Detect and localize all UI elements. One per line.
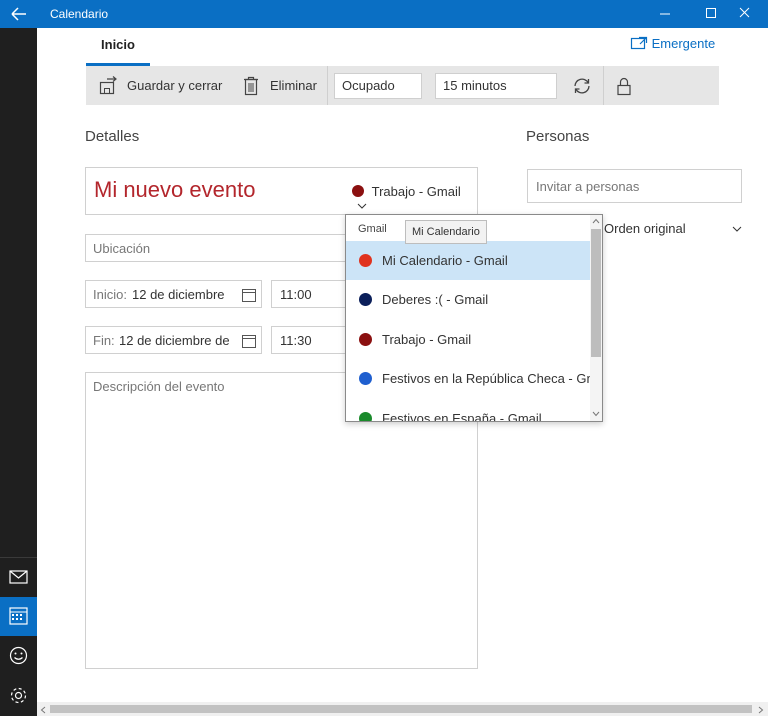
details-heading: Detalles bbox=[85, 128, 140, 145]
popout-icon bbox=[630, 36, 648, 50]
end-label: Fin: bbox=[93, 333, 115, 348]
scroll-left-icon[interactable] bbox=[40, 706, 46, 714]
dropdown-item-label: Trabajo - Gmail bbox=[382, 332, 472, 347]
smiley-feedback-icon[interactable] bbox=[0, 636, 37, 675]
start-time-field[interactable]: 11:00 bbox=[271, 280, 351, 308]
calendar-color-dot bbox=[359, 333, 372, 346]
calendar-dropdown: Gmail Mi Calendario - Gmail Deberes :( -… bbox=[345, 214, 603, 422]
dropdown-scrollbar[interactable] bbox=[590, 215, 602, 421]
start-label: Inicio: bbox=[93, 287, 127, 302]
scroll-up-icon[interactable] bbox=[592, 218, 600, 224]
dropdown-item[interactable]: Deberes :( - Gmail bbox=[346, 280, 590, 319]
chevron-down-icon bbox=[357, 203, 367, 209]
popout-label: Emergente bbox=[651, 36, 716, 51]
calendar-color-dot bbox=[359, 254, 372, 267]
calendar-icon[interactable] bbox=[241, 287, 257, 303]
dropdown-item-label: Festivos en la República Checa - Gmail bbox=[382, 371, 603, 386]
scroll-down-icon[interactable] bbox=[592, 411, 600, 417]
calendar-color-dot bbox=[352, 185, 364, 197]
save-close-button[interactable]: Guardar y cerrar bbox=[127, 78, 222, 93]
tab-inicio[interactable]: Inicio bbox=[86, 28, 150, 66]
sort-order-select[interactable]: Orden original bbox=[604, 221, 742, 239]
dropdown-item[interactable]: Trabajo - Gmail bbox=[346, 320, 590, 359]
repeat-icon[interactable] bbox=[571, 75, 593, 100]
mail-icon[interactable] bbox=[0, 558, 37, 597]
event-title-input[interactable]: Mi nuevo evento bbox=[94, 177, 255, 203]
dropdown-item[interactable]: Mi Calendario - Gmail bbox=[346, 241, 590, 280]
dropdown-item[interactable]: Festivos en España - Gmail bbox=[346, 399, 590, 422]
scroll-thumb[interactable] bbox=[591, 229, 601, 357]
calendar-picker-label: Trabajo - Gmail bbox=[371, 184, 461, 199]
toolbar-divider bbox=[327, 66, 328, 105]
event-title-field[interactable]: Mi nuevo evento Trabajo - Gmail bbox=[85, 167, 478, 215]
toolbar-divider bbox=[603, 66, 604, 105]
end-date-value: 12 de diciembre de 2 bbox=[119, 333, 231, 348]
start-date-value: 12 de diciembre de bbox=[132, 287, 228, 302]
dropdown-item-label: Mi Calendario - Gmail bbox=[382, 253, 508, 268]
people-heading: Personas bbox=[526, 128, 590, 145]
dropdown-item-label: Deberes :( - Gmail bbox=[382, 292, 489, 307]
close-button[interactable] bbox=[722, 0, 768, 28]
sort-order-label: Orden original bbox=[604, 221, 686, 236]
app-title: Calendario bbox=[50, 7, 109, 21]
start-date-field[interactable]: Inicio: 12 de diciembre de bbox=[85, 280, 262, 308]
save-close-icon bbox=[98, 76, 118, 99]
chevron-down-icon bbox=[732, 226, 742, 232]
gear-icon[interactable] bbox=[0, 676, 37, 715]
calendar-icon[interactable] bbox=[241, 333, 257, 349]
calendar-color-dot bbox=[359, 372, 372, 385]
scroll-thumb[interactable] bbox=[50, 705, 752, 713]
calendar-picker[interactable]: Trabajo - Gmail bbox=[352, 184, 477, 209]
minimize-button[interactable] bbox=[642, 0, 688, 28]
left-nav-rail bbox=[0, 28, 37, 716]
tooltip: Mi Calendario bbox=[405, 220, 487, 244]
scroll-right-icon[interactable] bbox=[758, 706, 764, 714]
back-arrow-icon[interactable] bbox=[8, 4, 30, 24]
lock-icon[interactable] bbox=[616, 76, 632, 99]
calendar-icon[interactable] bbox=[0, 597, 37, 636]
title-bar: Calendario bbox=[0, 0, 768, 28]
end-date-field[interactable]: Fin: 12 de diciembre de 2 bbox=[85, 326, 262, 354]
dropdown-item[interactable]: Festivos en la República Checa - Gmail bbox=[346, 359, 602, 398]
end-time-field[interactable]: 11:30 bbox=[271, 326, 351, 354]
trash-icon bbox=[243, 76, 259, 99]
show-as-select[interactable]: Ocupado bbox=[334, 73, 422, 99]
calendar-color-dot bbox=[359, 412, 372, 421]
command-toolbar: Guardar y cerrar Eliminar Ocupado 15 min… bbox=[86, 66, 719, 105]
horizontal-scrollbar[interactable] bbox=[37, 702, 768, 716]
calendar-color-dot bbox=[359, 293, 372, 306]
dropdown-item-label: Festivos en España - Gmail bbox=[382, 411, 542, 422]
dropdown-group-header: Gmail bbox=[358, 223, 387, 235]
reminder-select[interactable]: 15 minutos bbox=[435, 73, 557, 99]
popout-button[interactable]: Emergente bbox=[630, 36, 715, 56]
invite-people-input[interactable]: Invitar a personas bbox=[527, 169, 742, 203]
delete-button[interactable]: Eliminar bbox=[270, 78, 317, 93]
